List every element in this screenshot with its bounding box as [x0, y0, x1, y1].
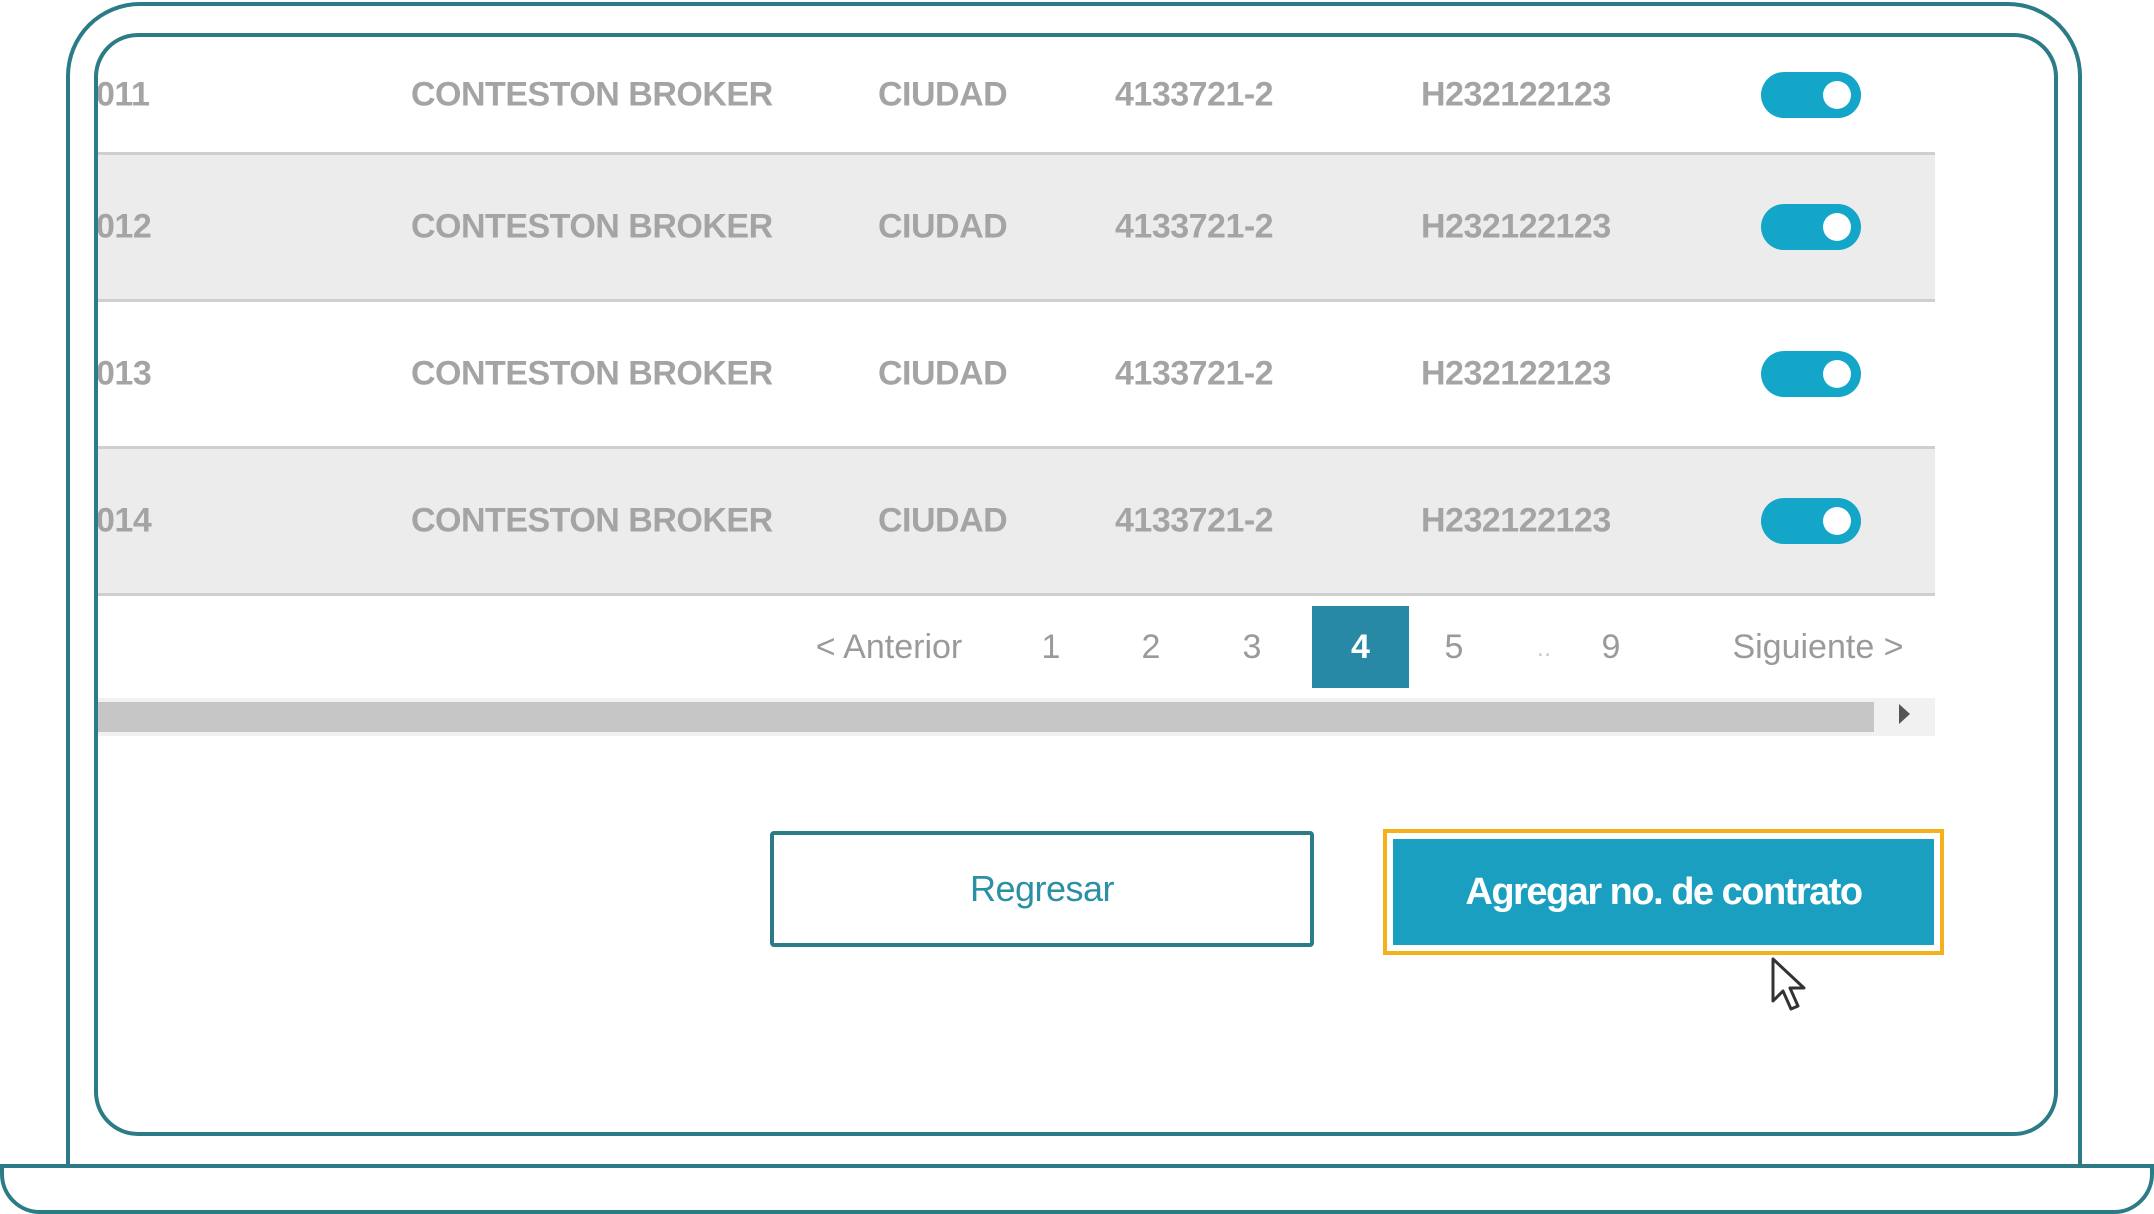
pagination-page-1[interactable]: 1: [1026, 606, 1076, 688]
cell-number: 4133721-2: [1115, 207, 1274, 246]
pagination-prev[interactable]: < Anterior: [804, 606, 974, 688]
back-button[interactable]: Regresar: [770, 831, 1314, 947]
cell-code: H232122123: [1421, 501, 1611, 540]
cell-name: CONTESTON BROKER: [411, 501, 773, 540]
screen: 011 CONTESTON BROKER CIUDAD 4133721-2 H2…: [94, 33, 2058, 1136]
pagination-page-last[interactable]: 9: [1586, 606, 1636, 688]
pagination-page-current[interactable]: 4: [1312, 606, 1409, 688]
cell-city: CIUDAD: [878, 207, 1008, 246]
toggle-knob: [1823, 507, 1851, 535]
pagination-page-3[interactable]: 3: [1227, 606, 1277, 688]
cell-city: CIUDAD: [878, 354, 1008, 393]
cell-number: 4133721-2: [1115, 75, 1274, 113]
cell-code: H232122123: [1421, 75, 1611, 113]
cell-code: H232122123: [1421, 354, 1611, 393]
toggle-switch-icon[interactable]: [1761, 498, 1861, 544]
add-contract-button[interactable]: Agregar no. de contrato: [1393, 839, 1934, 945]
data-table: 011 CONTESTON BROKER CIUDAD 4133721-2 H2…: [98, 37, 1935, 596]
cell-name: CONTESTON BROKER: [411, 75, 773, 113]
cell-city: CIUDAD: [878, 75, 1008, 113]
toggle-switch-icon[interactable]: [1761, 71, 1861, 118]
horizontal-scrollbar[interactable]: [98, 698, 1935, 736]
pagination-page-5[interactable]: 5: [1429, 606, 1479, 688]
table-row: 013 CONTESTON BROKER CIUDAD 4133721-2 H2…: [98, 302, 1935, 449]
toggle-knob: [1823, 360, 1851, 388]
toggle-knob: [1823, 213, 1851, 241]
toggle-switch-icon[interactable]: [1761, 204, 1861, 250]
toggle-switch-icon[interactable]: [1761, 351, 1861, 397]
table-row: 012 CONTESTON BROKER CIUDAD 4133721-2 H2…: [98, 155, 1935, 302]
cell-code: H232122123: [1421, 207, 1611, 246]
cell-id: 013: [96, 354, 152, 393]
pagination-page-2[interactable]: 2: [1126, 606, 1176, 688]
cell-number: 4133721-2: [1115, 354, 1274, 393]
cell-id: 012: [96, 207, 152, 246]
cell-id: 014: [96, 501, 152, 540]
laptop-base: [0, 1164, 2154, 1214]
pagination-ellipsis: ..: [1536, 632, 1552, 662]
scrollbar-thumb[interactable]: [98, 702, 1874, 732]
pagination: < Anterior 1 2 3 4 5 .. 9 Siguiente >: [98, 606, 1935, 688]
pagination-next[interactable]: Siguiente >: [1723, 606, 1913, 688]
cell-id: 011: [96, 75, 150, 113]
cell-number: 4133721-2: [1115, 501, 1274, 540]
cell-name: CONTESTON BROKER: [411, 354, 773, 393]
toggle-knob: [1823, 80, 1851, 109]
table-row: 011 CONTESTON BROKER CIUDAD 4133721-2 H2…: [98, 37, 1935, 155]
table-row: 014 CONTESTON BROKER CIUDAD 4133721-2 H2…: [98, 449, 1935, 596]
cell-city: CIUDAD: [878, 501, 1008, 540]
triangle-right-icon[interactable]: [1899, 704, 1910, 724]
mouse-pointer-icon: [1771, 957, 1806, 1011]
cell-name: CONTESTON BROKER: [411, 207, 773, 246]
